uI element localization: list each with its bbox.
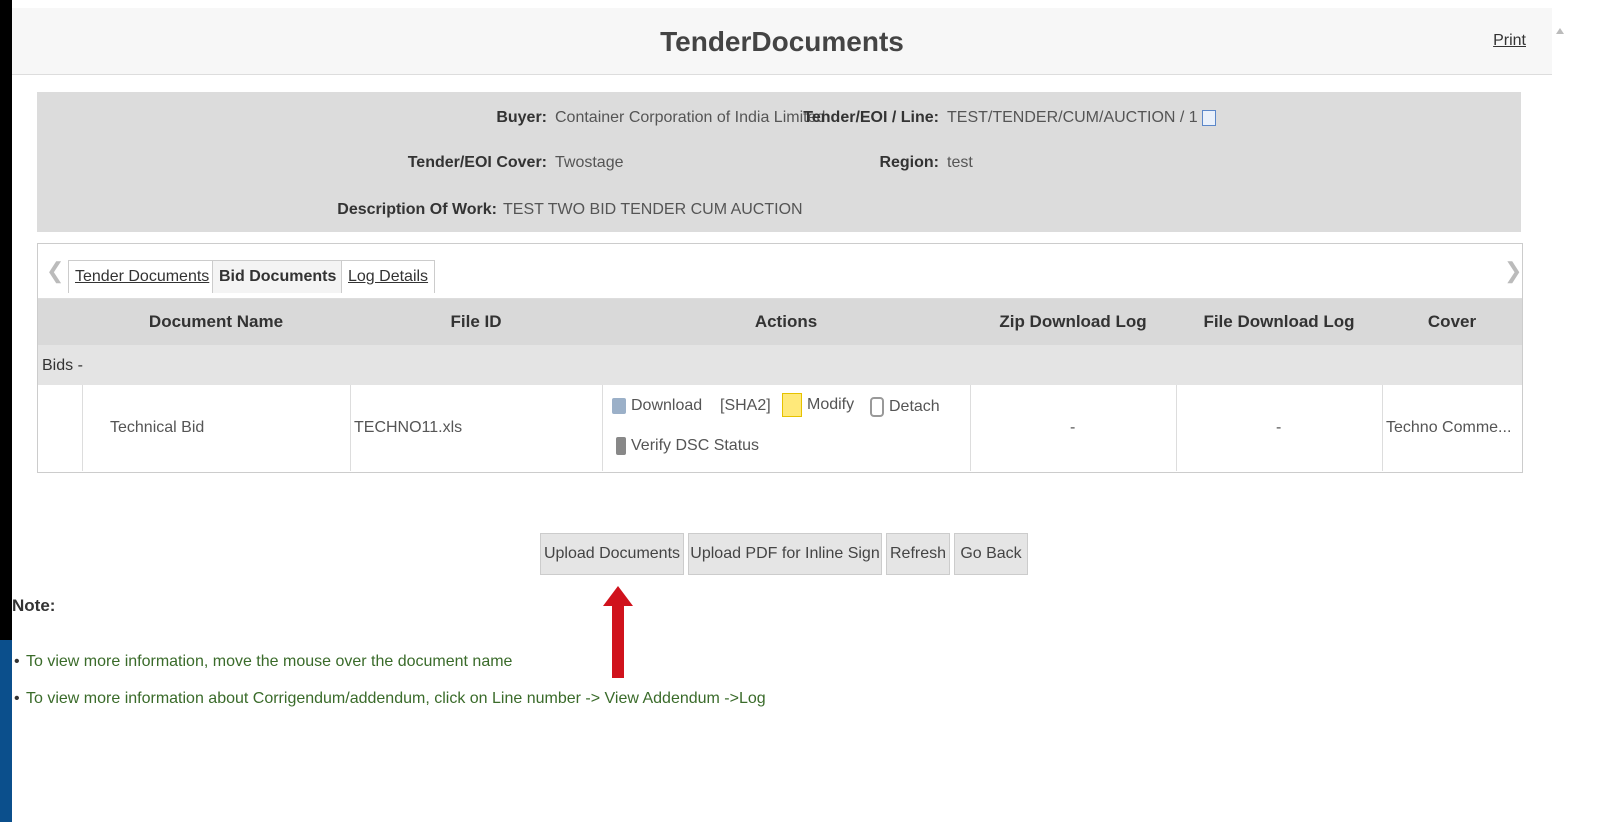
modify-icon [782,393,802,417]
tender-documents-window: TenderDocuments Print Buyer: Container C… [12,0,1552,822]
tender-line-label: Tender/EOI / Line: [803,109,939,126]
note-item: To view more information about Corrigend… [14,690,766,708]
verify-dsc-action[interactable]: Verify DSC Status [616,437,759,455]
divider [970,385,971,471]
divider [1176,385,1177,471]
tab-log-details[interactable]: Log Details [341,260,436,293]
tab-strip: ❮ Tender Documents Bid Documents Log Det… [38,244,1522,299]
table-header: Document Name File ID Actions Zip Downlo… [38,299,1522,345]
col-file-id: File ID [450,312,502,331]
tab-scroll-right-icon[interactable]: ❯ [1504,258,1522,284]
description-label: Description Of Work: [337,201,497,218]
modify-action[interactable]: Modify [782,393,854,417]
region-label: Region: [879,154,939,171]
divider [602,385,603,471]
sha2-link[interactable]: [SHA2] [720,397,771,415]
download-action[interactable]: Download [612,397,702,415]
document-name[interactable]: Technical Bid [110,419,204,437]
description-value: TEST TWO BID TENDER CUM AUCTION [503,201,803,218]
tab-scroll-left-icon[interactable]: ❮ [46,258,64,284]
region-value: test [947,154,973,171]
divider [82,385,83,471]
upload-documents-button[interactable]: Upload Documents [540,533,684,575]
left-accent-bar [0,640,12,822]
divider [350,385,351,471]
col-file-download-log: File Download Log [1203,312,1355,331]
tender-info-panel: Buyer: Container Corporation of India Li… [37,92,1521,232]
modify-label: Modify [807,396,855,414]
buyer-label: Buyer: [496,109,547,126]
tender-line-value[interactable]: TEST/TENDER/CUM/AUCTION / 1 [947,109,1198,126]
divider [1382,385,1383,471]
cover-label: Tender/EOI Cover: [407,154,547,171]
scroll-up-icon[interactable] [1556,28,1564,34]
refresh-button[interactable]: Refresh [886,533,950,575]
tab-bid-documents[interactable]: Bid Documents [212,260,344,293]
copy-icon[interactable] [1201,109,1216,126]
cover-value: Twostage [555,154,624,171]
col-document-name: Document Name [148,312,284,331]
zip-download-log: - [1070,419,1076,436]
cover-value-cell: Techno Comme... [1386,419,1512,436]
download-icon [612,397,626,414]
file-download-log: - [1276,419,1282,436]
upload-pdf-inline-sign-button[interactable]: Upload PDF for Inline Sign [688,533,882,575]
detach-icon [870,397,884,417]
table-row: Technical Bid TECHNO11.xls Download [SHA… [38,385,1522,471]
page-title: TenderDocuments [660,26,904,57]
scrollbar[interactable] [1552,0,1616,822]
group-label: Bids - [42,357,83,374]
documents-tab-panel: ❮ Tender Documents Bid Documents Log Det… [37,243,1523,473]
detach-action[interactable]: Detach [870,397,940,417]
download-label: Download [631,397,703,414]
verify-icon [616,437,626,455]
note-item: To view more information, move the mouse… [14,653,512,671]
detach-label: Detach [889,398,940,416]
group-row-bids: Bids - [38,345,1522,385]
file-id: TECHNO11.xls [354,419,463,436]
print-link[interactable]: Print [1493,32,1526,50]
note-title: Note: [12,596,56,615]
red-arrow-annotation-icon [603,586,633,678]
tab-tender-documents[interactable]: Tender Documents [68,260,217,293]
verify-label: Verify DSC Status [631,437,760,455]
go-back-button[interactable]: Go Back [954,533,1028,575]
title-bar: TenderDocuments Print [12,8,1552,75]
tender-line-value-wrap: TEST/TENDER/CUM/AUCTION / 1 [947,109,1216,127]
col-actions: Actions [754,312,818,331]
col-cover: Cover [1427,312,1477,331]
col-zip-download-log: Zip Download Log [999,312,1147,331]
